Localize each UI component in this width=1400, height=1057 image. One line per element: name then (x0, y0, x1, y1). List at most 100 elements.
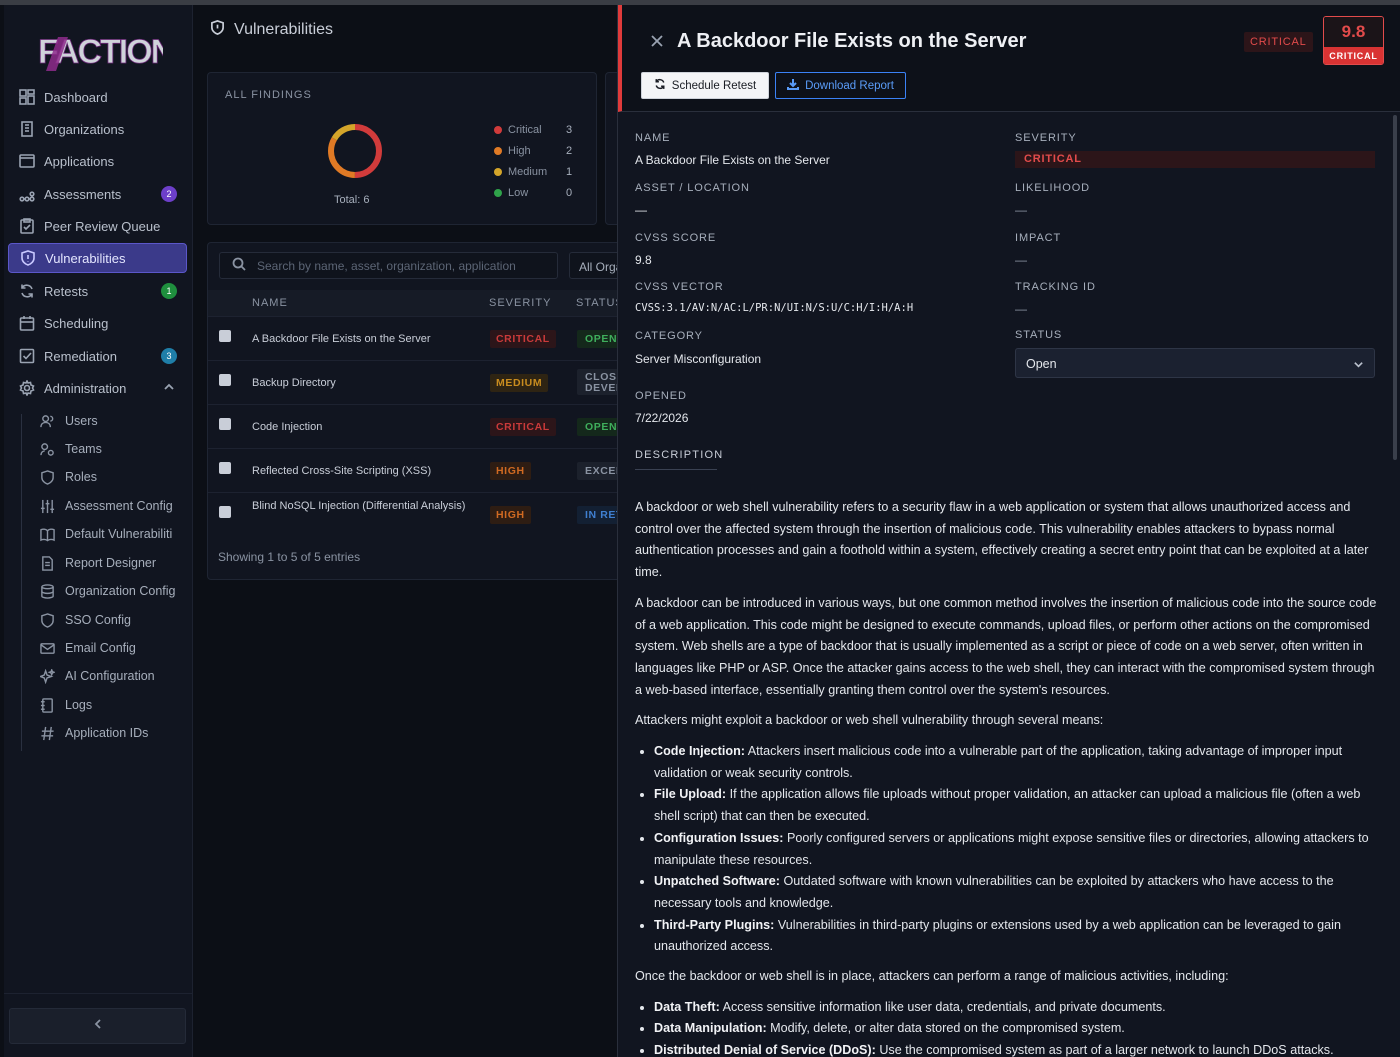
admin-item-label: Users (65, 414, 98, 428)
list-item: Data Theft: Access sensitive information… (654, 997, 1380, 1019)
sidebar-item-dashboard[interactable]: Dashboard (8, 82, 187, 112)
description-paragraph: A backdoor can be introduced in various … (635, 595, 1377, 697)
admin-item-users[interactable]: Users (40, 409, 98, 433)
refresh-icon (654, 78, 672, 93)
mail-icon (40, 641, 55, 656)
table-row[interactable]: Blind NoSQL Injection (Differential Anal… (208, 492, 627, 536)
list-item-text: If the application allows file uploads w… (654, 787, 1361, 824)
tab-description[interactable]: DESCRIPTION (635, 449, 722, 470)
admin-tree-line (21, 414, 22, 751)
list-item-term: Unpatched Software: (654, 874, 780, 889)
sidebar-item-retests[interactable]: Retests 1 (8, 276, 187, 306)
table-row[interactable]: Code Injection CRITICAL OPEN (208, 404, 627, 448)
assessments-count-badge: 2 (161, 186, 177, 202)
sidebar-item-assessments[interactable]: Assessments 2 (8, 179, 187, 209)
log-icon (40, 697, 55, 713)
sidebar-divider (4, 993, 192, 994)
admin-item-assessment-config[interactable]: Assessment Config (40, 494, 173, 518)
list-item-term: Third-Party Plugins: (654, 917, 775, 932)
row-checkbox[interactable] (219, 418, 231, 430)
field-label-name: NAME (635, 132, 671, 144)
field-value-opened: 7/22/2026 (635, 411, 689, 425)
row-checkbox[interactable] (219, 462, 231, 474)
status-select[interactable]: Open (1015, 348, 1375, 378)
database-icon (40, 583, 55, 599)
chevron-up-icon[interactable] (163, 381, 175, 396)
field-label-category: CATEGORY (635, 330, 703, 342)
list-item-term: Code Injection: (654, 744, 745, 759)
legend-count: 3 (566, 124, 573, 136)
cvss-score-badge: 9.8 CRITICAL (1323, 16, 1384, 65)
admin-item-application-ids[interactable]: Application IDs (40, 721, 148, 745)
row-name[interactable]: Code Injection (252, 419, 472, 435)
list-item-text: Attackers insert malicious code into a v… (654, 744, 1343, 780)
sidebar-item-peer-review-queue[interactable]: Peer Review Queue (8, 211, 187, 241)
list-item: Third-Party Plugins: Vulnerabilities in … (654, 915, 1380, 958)
list-item-text: Access sensitive information like user d… (719, 999, 1166, 1014)
sidebar-item-remediation[interactable]: Remediation 3 (8, 341, 187, 371)
refresh-icon (19, 283, 35, 299)
row-checkbox[interactable] (219, 374, 231, 386)
field-label-likelihood: LIKELIHOOD (1015, 182, 1091, 194)
sidebar-item-organizations[interactable]: Organizations (8, 114, 187, 144)
collapse-sidebar-button[interactable] (9, 1008, 186, 1044)
search-input[interactable]: Search by name, asset, organization, app… (219, 252, 558, 279)
admin-item-teams[interactable]: Teams (40, 437, 102, 461)
sidebar-item-scheduling[interactable]: Scheduling (8, 308, 187, 338)
download-report-button[interactable]: Download Report (775, 72, 906, 99)
description-paragraph: A backdoor or web shell vulnerability re… (635, 500, 1369, 580)
admin-item-label: Roles (65, 470, 97, 484)
admin-item-label: Application IDs (65, 726, 149, 740)
admin-item-ai-configuration[interactable]: AI Configuration (40, 664, 155, 688)
sidebar-item-vulnerabilities[interactable]: Vulnerabilities (8, 243, 187, 273)
table-row[interactable]: Backup Directory MEDIUM CLOSED DEVEL (208, 360, 627, 404)
sidebar-item-label: Applications (44, 153, 115, 169)
admin-item-label: Report Designer (65, 556, 157, 570)
sidebar-item-label: Scheduling (44, 315, 109, 331)
column-header-severity[interactable]: SEVERITY (489, 297, 551, 309)
row-name[interactable]: Blind NoSQL Injection (Differential Anal… (252, 498, 472, 514)
table-row[interactable]: Reflected Cross-Site Scripting (XSS) HIG… (208, 448, 627, 492)
admin-item-default-vulnerabilities[interactable]: Default Vulnerabiliti (40, 522, 180, 546)
sliders-icon (40, 499, 55, 514)
field-label-asset: ASSET / LOCATION (635, 182, 750, 194)
list-item: Data Manipulation: Modify, delete, or al… (654, 1018, 1380, 1040)
admin-item-email-config[interactable]: Email Config (40, 636, 136, 660)
admin-item-organization-config[interactable]: Organization Config (40, 579, 175, 603)
sidebar-item-label: Dashboard (44, 89, 108, 105)
sidebar-item-applications[interactable]: Applications (8, 146, 187, 176)
admin-item-report-designer[interactable]: Report Designer (40, 551, 156, 575)
list-item: Unpatched Software: Outdated software wi… (654, 871, 1380, 914)
sidebar-item-administration[interactable]: Administration (8, 373, 187, 403)
list-item: Code Injection: Attackers insert malicio… (654, 741, 1380, 784)
close-icon[interactable] (650, 34, 664, 48)
row-checkbox[interactable] (219, 330, 231, 342)
admin-item-logs[interactable]: Logs (40, 693, 92, 717)
row-checkbox[interactable] (219, 506, 231, 518)
list-item-term: Data Theft: (654, 999, 720, 1014)
row-name[interactable]: Backup Directory (252, 375, 472, 391)
schedule-retest-button[interactable]: Schedule Retest (641, 72, 769, 99)
row-severity-badge: CRITICAL (490, 418, 556, 436)
severity-badge: CRITICAL (1244, 32, 1313, 52)
list-item-term: Data Manipulation: (654, 1021, 767, 1036)
row-name[interactable]: Reflected Cross-Site Scripting (XSS) (252, 463, 472, 479)
field-value-impact: — (1015, 253, 1027, 267)
row-name[interactable]: A Backdoor File Exists on the Server (252, 331, 472, 347)
field-value-cvss-vector: CVSS:3.1/AV:N/AC:L/PR:N/UI:N/S:U/C:H/I:H… (635, 302, 914, 314)
table-row[interactable]: A Backdoor File Exists on the Server CRI… (208, 316, 627, 360)
legend-label: Critical (508, 124, 542, 136)
panel-scrollbar[interactable] (1393, 115, 1397, 460)
admin-item-sso-config[interactable]: SSO Config (40, 608, 131, 632)
admin-item-label: Default Vulnerabiliti (65, 527, 173, 541)
remediation-count-badge: 3 (161, 348, 177, 364)
field-label-severity: SEVERITY (1015, 132, 1077, 144)
field-value-cvss-score: 9.8 (635, 253, 652, 267)
admin-item-label: Logs (65, 698, 93, 712)
admin-item-roles[interactable]: Roles (40, 465, 97, 489)
legend-label: Medium (508, 166, 548, 178)
sidebar-item-label: Assessments (44, 186, 122, 202)
list-item-text: Modify, delete, or alter data stored on … (766, 1021, 1125, 1036)
column-header-name[interactable]: NAME (252, 297, 288, 309)
legend-low: Low 0 (494, 187, 574, 199)
